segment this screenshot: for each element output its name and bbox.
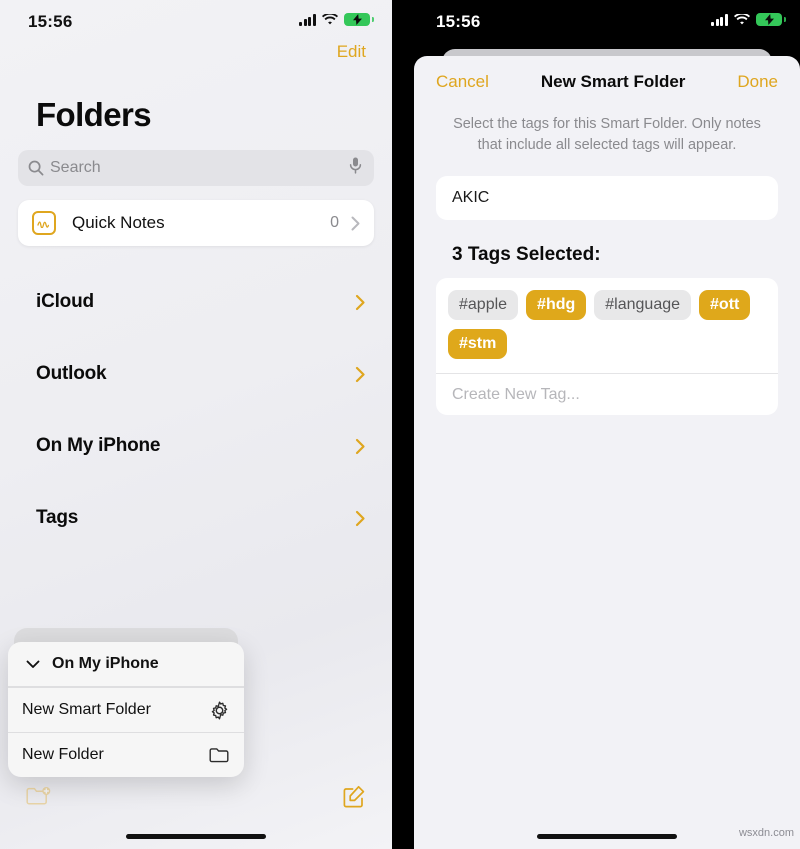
folder-row-on-my-iphone[interactable]: On My iPhone — [0, 410, 392, 482]
status-bar-clock: 15:56 — [436, 12, 481, 31]
status-bar: 15:56 — [414, 0, 800, 42]
context-menu-header[interactable]: On My iPhone — [8, 642, 244, 687]
cellular-signal-icon — [299, 13, 316, 26]
cellular-signal-icon — [711, 13, 728, 26]
cancel-button[interactable]: Cancel — [436, 72, 489, 92]
compose-icon[interactable] — [342, 785, 366, 814]
quick-notes-row[interactable]: Quick Notes 0 — [18, 200, 374, 246]
left-phone-screen: 15:56 Edit Folders Search Quick Notes 0 … — [0, 0, 392, 849]
folder-row-outlook[interactable]: Outlook — [0, 338, 392, 410]
microphone-icon[interactable] — [349, 157, 362, 180]
folder-label: Tags — [36, 507, 79, 528]
sheet-description: Select the tags for this Smart Folder. O… — [453, 116, 761, 154]
folder-label: Outlook — [36, 363, 107, 384]
gear-icon — [208, 699, 230, 721]
chevron-right-icon — [351, 216, 360, 231]
chevron-right-icon — [355, 294, 366, 311]
quick-note-icon — [32, 211, 56, 235]
new-smart-folder-sheet: Cancel New Smart Folder Done Select the … — [414, 56, 800, 849]
smart-folder-name-input[interactable]: AKIC — [436, 176, 778, 221]
chevron-right-icon — [355, 438, 366, 455]
menu-item-new-smart-folder[interactable]: New Smart Folder — [8, 687, 244, 732]
status-bar-clock: 15:56 — [28, 12, 73, 31]
quick-notes-label: Quick Notes — [72, 213, 165, 232]
chevron-right-icon — [355, 510, 366, 527]
tag-chip-stm[interactable]: #stm — [448, 329, 508, 360]
context-menu-panel: On My iPhone New Smart Folder New Folder — [8, 642, 244, 777]
wifi-icon — [322, 13, 338, 26]
wifi-icon — [734, 13, 750, 26]
dual-screenshot-container: 15:56 Edit Folders Search Quick Notes 0 … — [0, 0, 800, 849]
navigation-bar: Edit — [0, 42, 392, 78]
chevron-down-icon — [22, 653, 44, 675]
bottom-toolbar — [0, 779, 392, 819]
create-new-tag-placeholder: Create New Tag... — [452, 385, 580, 403]
tag-chip-ott[interactable]: #ott — [699, 290, 751, 321]
folder-list: iCloud Outlook On My iPhone Tags — [0, 266, 392, 554]
tag-chip-hdg[interactable]: #hdg — [526, 290, 587, 321]
edit-button[interactable]: Edit — [337, 42, 366, 62]
watermark: wsxdn.com — [738, 827, 794, 839]
search-placeholder: Search — [50, 159, 101, 176]
status-bar-icons — [711, 13, 786, 26]
folder-label: On My iPhone — [36, 435, 161, 456]
battery-charging-icon — [756, 13, 786, 26]
context-menu-header-label: On My iPhone — [52, 655, 159, 672]
home-indicator — [126, 834, 266, 839]
context-menu: On My iPhone New Smart Folder New Folder — [8, 628, 244, 777]
tags-selected-heading: 3 Tags Selected: — [452, 244, 601, 266]
menu-item-label: New Folder — [22, 746, 104, 763]
status-bar-icons — [299, 13, 374, 26]
folder-row-icloud[interactable]: iCloud — [0, 266, 392, 338]
screen-divider — [392, 0, 414, 849]
create-new-tag-input[interactable]: Create New Tag... — [436, 373, 778, 415]
battery-charging-icon — [344, 13, 374, 26]
done-button[interactable]: Done — [737, 72, 778, 92]
search-icon — [28, 160, 44, 176]
folder-icon — [208, 744, 230, 766]
menu-item-new-folder[interactable]: New Folder — [8, 732, 244, 777]
home-indicator — [537, 834, 677, 839]
new-folder-icon[interactable] — [26, 786, 52, 812]
page-title: Folders — [36, 96, 152, 133]
chevron-right-icon — [355, 366, 366, 383]
tag-list: #apple #hdg #language #ott #stm — [436, 278, 778, 373]
menu-item-label: New Smart Folder — [22, 701, 151, 718]
right-phone-screen: 15:56 Cancel New Smart Folder Done Selec… — [414, 0, 800, 849]
status-bar: 15:56 — [0, 0, 392, 42]
folder-label: iCloud — [36, 291, 94, 312]
sheet-title: New Smart Folder — [540, 72, 686, 91]
search-input[interactable]: Search — [18, 150, 374, 186]
sheet-navigation-bar: Cancel New Smart Folder Done — [414, 56, 800, 108]
folder-row-tags[interactable]: Tags — [0, 482, 392, 554]
tag-chip-language[interactable]: #language — [594, 290, 692, 321]
tag-chip-apple[interactable]: #apple — [448, 290, 519, 321]
quick-notes-count: 0 — [330, 214, 339, 231]
tags-card: #apple #hdg #language #ott #stm Create N… — [436, 278, 778, 416]
